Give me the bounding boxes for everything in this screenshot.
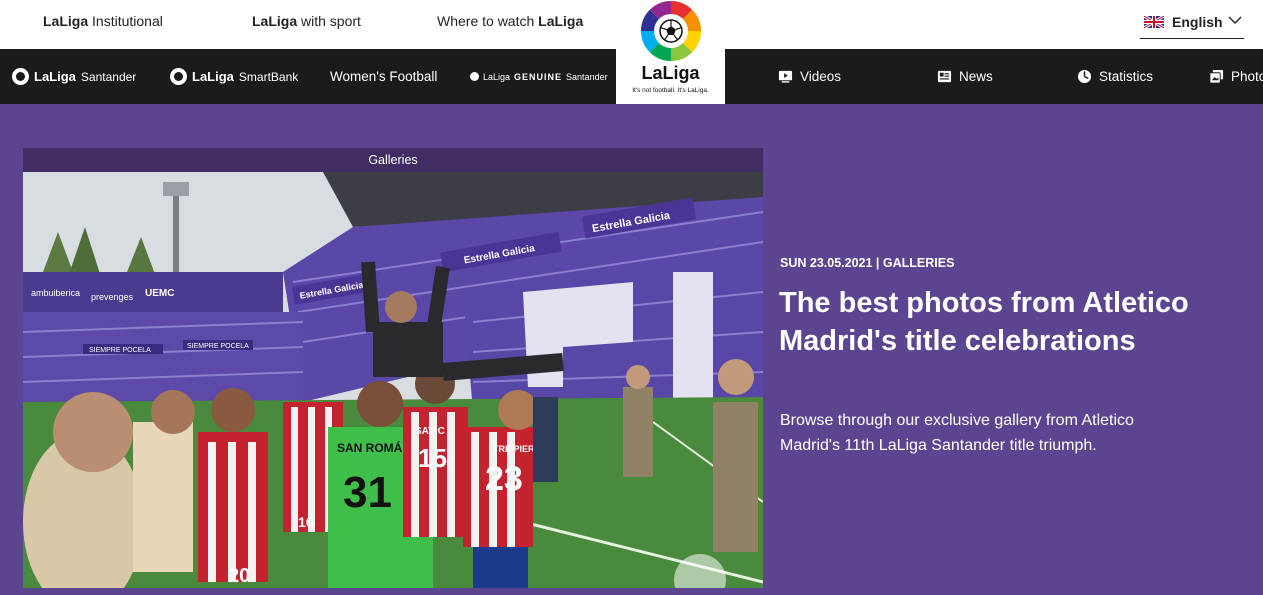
laliga-genuine-link[interactable]: LaLiga GENUINE Santander: [470, 49, 608, 104]
nav-photos[interactable]: Photos: [1209, 49, 1263, 104]
genuine-sponsor: Santander: [566, 71, 608, 82]
brand-sponsor: SmartBank: [238, 69, 299, 84]
where-to-watch-link[interactable]: Where to watch LaLiga: [437, 13, 583, 29]
photos-icon: [1209, 69, 1224, 84]
laliga-smartbank-link[interactable]: LaLiga SmartBank: [170, 49, 298, 104]
language-label: English: [1172, 14, 1223, 30]
jersey-number: 16: [298, 514, 314, 530]
stadium-ad: SIEMPRE POCELA: [89, 347, 151, 354]
laliga-ball-icon: [170, 68, 187, 85]
laliga-logo[interactable]: LaLiga It's not football. It's LaLiga.: [616, 0, 725, 104]
laliga-ball-icon: [470, 72, 479, 81]
nav-label: News: [959, 69, 993, 84]
article-meta: SUN 23.05.2021 | GALLERIES: [780, 256, 955, 270]
stadium-ad: UEMC: [145, 288, 174, 299]
laliga-ball-icon: [12, 68, 29, 85]
stadium-ad: ambuiberica: [31, 288, 80, 298]
jersey-name: SAVIC: [415, 426, 445, 437]
brand-sponsor: Santander: [80, 69, 137, 84]
womens-football-link[interactable]: Women's Football: [330, 49, 437, 104]
genuine-word: GENUINE: [514, 71, 563, 82]
jersey-name: SAN ROMÁN: [337, 440, 411, 455]
brand-name: LaLiga: [34, 69, 76, 84]
gallery-category-header: Galleries: [23, 148, 763, 172]
nav-label: Statistics: [1099, 69, 1154, 84]
jersey-number: 23: [485, 460, 523, 498]
logo-wordmark: LaLiga: [641, 63, 700, 83]
nav-videos[interactable]: Videos: [778, 49, 841, 104]
jersey-number: 31: [343, 468, 392, 517]
gallery-hero-photo[interactable]: Estrella Galicia Estrella Galicia Estrel…: [23, 172, 763, 588]
genuine-brand: LaLiga: [483, 71, 511, 82]
laliga-santander-link[interactable]: LaLiga Santander: [12, 49, 136, 104]
video-icon: [778, 70, 793, 83]
brand-name: LaLiga: [192, 69, 234, 84]
language-selector[interactable]: English: [1140, 9, 1244, 39]
uk-flag-icon: [1144, 16, 1164, 28]
laliga-logo-icon: [641, 1, 701, 61]
celebration-photo: Estrella Galicia Estrella Galicia Estrel…: [23, 172, 763, 588]
chevron-down-icon: [1228, 16, 1242, 24]
news-icon: [937, 70, 952, 83]
jersey-number: 15: [418, 443, 447, 473]
nav-statistics[interactable]: Statistics: [1077, 49, 1153, 104]
nav-label: Videos: [800, 69, 842, 84]
laliga-institutional-link[interactable]: LaLiga Institutional: [43, 13, 163, 29]
nav-news[interactable]: News: [937, 49, 993, 104]
statistics-icon: [1077, 69, 1092, 84]
jersey-number: 20: [228, 565, 250, 587]
stadium-ad: SIEMPRE POCELA: [187, 343, 249, 350]
nav-label: Photos: [1231, 69, 1263, 84]
article-title[interactable]: The best photos from Atletico Madrid's t…: [779, 284, 1239, 360]
stadium-ad: prevenges: [91, 292, 134, 302]
jersey-name: TRIPPIER: [493, 444, 535, 454]
logo-tagline: It's not football. It's LaLiga.: [632, 87, 709, 94]
article-description: Browse through our exclusive gallery fro…: [780, 412, 1134, 454]
laliga-with-sport-link[interactable]: LaLiga with sport: [252, 13, 361, 29]
